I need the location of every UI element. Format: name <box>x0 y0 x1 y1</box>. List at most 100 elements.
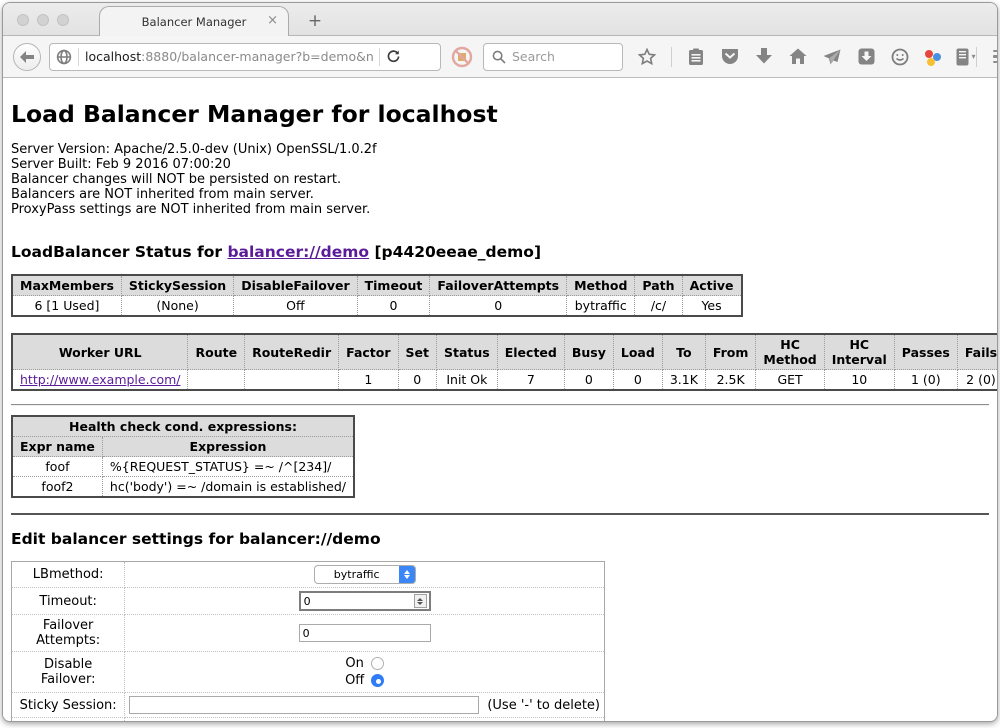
feedback-smiley-icon[interactable] <box>890 47 910 67</box>
column-header: Method <box>567 275 635 296</box>
persist-note-line: Balancer changes will NOT be persisted o… <box>11 172 989 187</box>
url-rest: :8880/balancer-manager?b=demo&nonce=decc… <box>141 49 373 64</box>
select-stepper-icon <box>399 566 415 583</box>
table-cell: 0 <box>613 370 662 391</box>
minimize-window-button[interactable] <box>37 14 49 26</box>
column-header: Status <box>437 334 498 370</box>
lbmethod-label: LBmethod: <box>12 562 125 588</box>
column-header: DisableFailover <box>234 275 357 296</box>
search-input[interactable]: Search <box>483 43 623 71</box>
dropdown-caret-icon: ▾ <box>971 52 975 61</box>
column-header: MaxMembers <box>12 275 121 296</box>
add-worker-label: Add New Worker: <box>12 718 125 723</box>
table-cell: 1 <box>339 370 398 391</box>
proxypass-note-line: ProxyPass settings are NOT inherited fro… <box>11 202 989 217</box>
disable-failover-on-radio[interactable] <box>371 657 384 670</box>
globe-icon <box>56 49 72 65</box>
edit-settings-heading: Edit balancer settings for balancer://de… <box>11 530 989 548</box>
table-cell: 0 <box>564 370 613 391</box>
back-button[interactable] <box>13 43 41 71</box>
table-cell: 0 <box>430 296 567 317</box>
column-header: Active <box>682 275 741 296</box>
column-header: Route <box>188 334 245 370</box>
new-tab-button[interactable]: + <box>303 11 327 31</box>
zoom-window-button[interactable] <box>57 14 69 26</box>
pocket-icon[interactable] <box>720 47 740 67</box>
table-cell: 2 (0) <box>957 370 997 391</box>
lbmethod-row: LBmethod: bytraffic <box>12 562 605 588</box>
status-heading-prefix: LoadBalancer Status for <box>11 243 227 261</box>
number-stepper-icon[interactable] <box>414 594 427 608</box>
failover-attempts-label: Failover Attempts: <box>12 615 125 652</box>
page-content: Load Balancer Manager for localhost Serv… <box>3 78 997 722</box>
table-cell: %{REQUEST_STATUS} =~ /^[234]/ <box>102 457 354 477</box>
worker-url-link[interactable]: http://www.example.com/ <box>20 372 180 387</box>
table-cell: 7 <box>497 370 564 391</box>
column-header: Elected <box>497 334 564 370</box>
table-cell <box>188 370 245 391</box>
sticky-session-row: Sticky Session: (Use '-' to delete) <box>12 693 605 718</box>
table-cell: GET <box>756 370 824 391</box>
urlbar-divider <box>78 48 79 66</box>
failover-attempts-input[interactable] <box>299 624 431 642</box>
browser-window: Balancer Manager × + localhost:8880/bala… <box>2 2 998 722</box>
health-check-table: Health check cond. expressions: Expr nam… <box>11 415 355 498</box>
balancer-demo-link[interactable]: balancer://demo <box>227 243 369 261</box>
column-header: Expression <box>102 437 354 457</box>
timeout-input[interactable] <box>299 591 431 611</box>
menu-icon[interactable] <box>993 50 998 64</box>
add-worker-row: Add New Worker: Are you sure? <box>12 718 605 723</box>
tab-balancer-manager[interactable]: Balancer Manager × <box>99 6 289 36</box>
timeout-value-field[interactable] <box>301 595 414 608</box>
downloads-icon[interactable] <box>754 47 774 67</box>
column-header: StickySession <box>121 275 233 296</box>
radio-off-label: Off <box>345 672 364 689</box>
worker-data-row: http://www.example.com/ 1 0 Init Ok 7 0 … <box>12 370 997 391</box>
balancer-data-row: 6 [1 Used] (None) Off 0 0 bytraffic /c/ … <box>12 296 742 317</box>
device-extension-icon[interactable]: ▾ <box>956 47 976 67</box>
reading-list-icon[interactable] <box>686 47 706 67</box>
toolbar-right-icons <box>976 47 998 67</box>
column-header: Worker URL <box>12 334 188 370</box>
table-cell: 2.5K <box>705 370 756 391</box>
server-built-line: Server Built: Feb 9 2016 07:00:20 <box>11 157 989 172</box>
red-dot <box>925 50 933 58</box>
bookmark-star-icon[interactable] <box>637 47 657 67</box>
server-version-line: Server Version: Apache/2.5.0-dev (Unix) … <box>11 142 989 157</box>
tab-close-icon[interactable]: × <box>267 14 278 28</box>
extension-download-icon[interactable] <box>856 47 876 67</box>
column-header: Busy <box>564 334 613 370</box>
colored-dots-extension-icon[interactable] <box>924 48 942 66</box>
lbmethod-select[interactable]: bytraffic <box>314 565 416 584</box>
toolbar-icons: ▾ <box>637 47 976 67</box>
hc-data-row: foof2 hc('body') =~ /domain is establish… <box>12 477 354 498</box>
column-header: RouteRedir <box>245 334 339 370</box>
table-cell: Yes <box>682 296 741 317</box>
home-icon[interactable] <box>788 47 808 67</box>
blocked-circle-icon <box>451 46 473 68</box>
worker-header-row: Worker URL Route RouteRedir Factor Set S… <box>12 334 997 370</box>
table-cell: /c/ <box>635 296 682 317</box>
close-window-button[interactable] <box>17 14 29 26</box>
hc-title-row: Health check cond. expressions: <box>12 416 354 437</box>
toolbar-divider <box>671 47 672 67</box>
url-bar[interactable]: localhost:8880/balancer-manager?b=demo&n… <box>49 43 441 71</box>
send-tab-icon[interactable] <box>822 47 842 67</box>
timeout-row: Timeout: <box>12 588 605 615</box>
disable-failover-row: Disable Failover: On Off <box>12 652 605 693</box>
window-controls[interactable] <box>17 14 69 26</box>
url-text[interactable]: localhost:8880/balancer-manager?b=demo&n… <box>85 49 373 64</box>
table-cell: Init Ok <box>437 370 498 391</box>
reload-icon[interactable] <box>386 49 401 64</box>
back-arrow-icon <box>20 51 34 63</box>
table-cell: 6 [1 Used] <box>12 296 121 317</box>
sticky-session-input[interactable] <box>129 696 479 714</box>
inherit-note-line: Balancers are NOT inherited from main se… <box>11 187 989 202</box>
content-blocked-icon[interactable] <box>451 46 473 68</box>
radio-on-label: On <box>345 655 363 672</box>
column-header: From <box>705 334 756 370</box>
disable-failover-off-radio[interactable] <box>371 674 384 687</box>
table-cell: 0 <box>398 370 436 391</box>
table-cell: 10 <box>824 370 894 391</box>
column-header: Factor <box>339 334 398 370</box>
